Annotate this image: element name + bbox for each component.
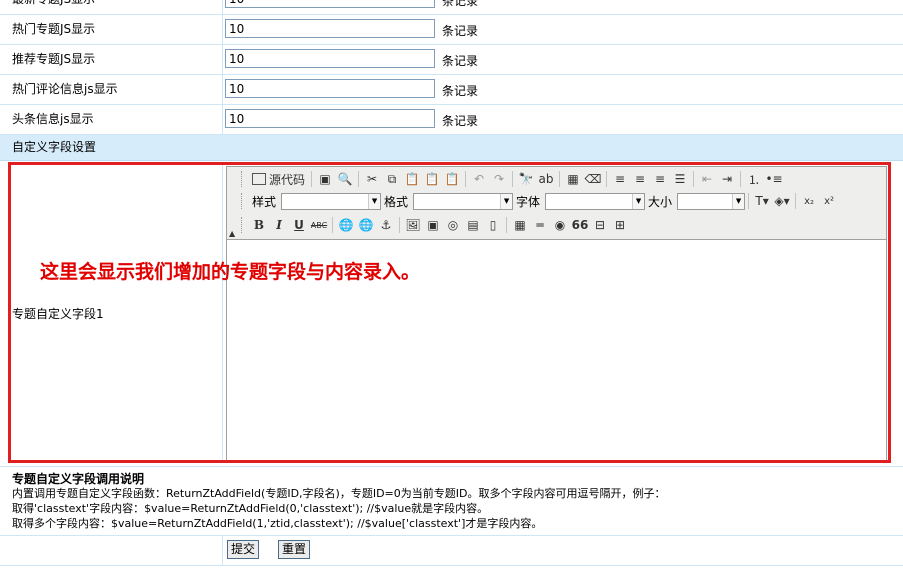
help-line: 内置调用专题自定义字段函数：ReturnZtAddField(专题ID,字段名)… (12, 487, 666, 500)
setting-suffix: 条记录 (442, 24, 479, 38)
setting-row-hot: 热门专题JS显示 条记录 (0, 15, 903, 45)
highlight-box (8, 162, 891, 463)
section-header: 自定义字段设置 (0, 135, 903, 161)
setting-row-latest: 最新专题JS显示 条记录 (0, 0, 903, 15)
annotation-text: 这里会显示我们增加的专题字段与内容录入。 (40, 261, 421, 283)
help-title: 专题自定义字段调用说明 (12, 472, 145, 486)
submit-button[interactable]: 提交 (227, 540, 260, 559)
setting-label: 最新专题JS显示 (12, 0, 95, 14)
setting-label: 热门专题JS显示 (12, 22, 96, 36)
latest-js-count-input[interactable] (225, 0, 435, 8)
help-line: 取得'classtext'字段内容：$value=ReturnZtAddFiel… (12, 502, 489, 515)
hot-js-count-input[interactable] (225, 19, 435, 38)
setting-row-headline: 头条信息js显示 条记录 (0, 105, 903, 135)
headline-js-count-input[interactable] (225, 109, 435, 128)
reset-button[interactable]: 重置 (278, 540, 311, 559)
setting-label: 推荐专题JS显示 (12, 52, 96, 66)
form-actions: 提交 重置 (0, 535, 903, 566)
setting-row-hot-comment: 热门评论信息js显示 条记录 (0, 75, 903, 105)
help-line: 取得多个字段内容：$value=ReturnZtAddField(1,'ztid… (12, 517, 543, 530)
setting-row-recommend: 推荐专题JS显示 条记录 (0, 45, 903, 75)
setting-suffix: 条记录 (442, 84, 479, 98)
section-title: 自定义字段设置 (12, 140, 97, 154)
help-section: 专题自定义字段调用说明 内置调用专题自定义字段函数：ReturnZtAddFie… (0, 466, 903, 536)
hot-comment-js-count-input[interactable] (225, 79, 435, 98)
setting-suffix: 条记录 (442, 54, 479, 68)
setting-label: 头条信息js显示 (12, 112, 94, 126)
recommend-js-count-input[interactable] (225, 49, 435, 68)
setting-label: 热门评论信息js显示 (12, 82, 118, 96)
setting-suffix: 条记录 (442, 114, 479, 128)
